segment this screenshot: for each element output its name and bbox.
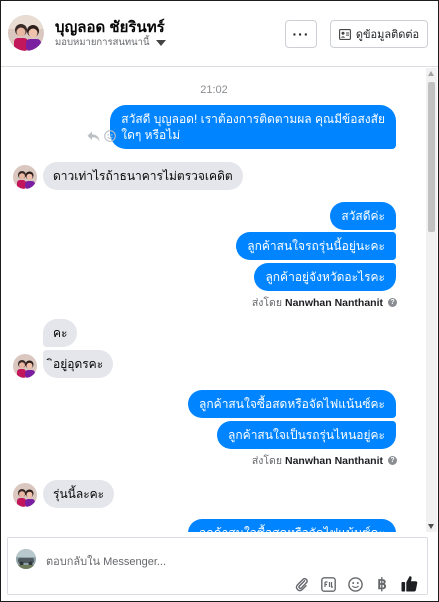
reply-input[interactable]: ตอบกลับใน Messenger...	[46, 552, 166, 570]
sender-name: Nanwhan Nanthanit	[284, 296, 383, 309]
page-avatar	[16, 549, 36, 569]
scroll-thumb[interactable]	[428, 82, 435, 232]
sent-by-note: ส่งโดย Nanwhan Nanthanit ?	[252, 294, 397, 311]
messenger-conversation-window: บุญลอด ชัยรินทร์ มอบหมายการสนทนานี้ ··· …	[0, 0, 439, 602]
scroll-down-arrow-icon[interactable]	[428, 524, 434, 529]
baht-icon[interactable]: ฿	[374, 576, 390, 593]
message-thread[interactable]: 21:02 สวัสดี บุญลอด! เราต้องการติดตามผล …	[1, 68, 427, 532]
message-timestamp: 21:02	[200, 84, 228, 96]
contact-info-label: ดูข้อมูลติดต่อ	[355, 29, 420, 41]
gif-icon[interactable]	[320, 576, 336, 592]
scroll-up-arrow-icon[interactable]	[428, 71, 434, 76]
message-line: ใดๆ หรือไม่	[121, 128, 181, 142]
reply-icon[interactable]	[87, 131, 100, 142]
customer-avatar	[13, 483, 37, 507]
react-icon[interactable]	[104, 130, 116, 142]
incoming-message[interactable]: คะ	[43, 319, 78, 347]
customer-avatar	[13, 354, 37, 378]
outgoing-message[interactable]: ลูกค้าอยู่จังหวัดอะไรคะ	[254, 263, 396, 291]
sent-by-label: ส่งโดย	[251, 455, 282, 467]
outgoing-message[interactable]: ลูกค้าสนใจซื้อสดหรือจัดไฟแน้นซ์คะ	[188, 519, 396, 532]
help-icon[interactable]: ?	[388, 456, 397, 465]
like-icon[interactable]	[400, 574, 418, 592]
options-icon: ···	[292, 26, 310, 42]
outgoing-message[interactable]: สวัสดีค่ะ	[330, 202, 396, 230]
sent-by-note: ส่งโดย Nanwhan Nanthanit ?	[252, 452, 397, 469]
message-scrollbar[interactable]	[426, 68, 437, 532]
outgoing-message[interactable]: สวัสดี บุญลอด! เราต้องการติดตามผล คุณมีข…	[110, 105, 396, 149]
emoji-icon[interactable]	[347, 576, 363, 592]
contact-avatar[interactable]	[8, 15, 44, 51]
incoming-message[interactable]: รุ่นนี้ละคะ	[43, 480, 115, 508]
assign-conversation-dropdown[interactable]: มอบหมายการสนทนานี้	[55, 35, 166, 50]
attach-icon[interactable]	[294, 576, 310, 592]
message-line: สวัสดี บุญลอด! เราต้องการติดตามผล คุณมีข…	[121, 112, 385, 126]
view-contact-info-button[interactable]: ดูข้อมูลติดต่อ	[330, 20, 428, 48]
caret-icon	[155, 39, 166, 46]
outgoing-message[interactable]: ลูกค้าสนใจรถรุ่นนี้อยู่นะคะ	[236, 232, 396, 260]
customer-avatar	[13, 165, 37, 189]
conversation-header: บุญลอด ชัยรินทร์ มอบหมายการสนทนานี้ ··· …	[1, 1, 438, 67]
contact-card-icon	[338, 28, 351, 40]
incoming-message[interactable]: ิอยู่อุดรคะ	[43, 350, 114, 378]
sender-name: Nanwhan Nanthanit	[284, 454, 383, 467]
assign-label: มอบหมายการสนทนานี้	[55, 37, 150, 48]
more-options-button[interactable]: ···	[285, 20, 317, 48]
sent-by-label: ส่งโดย	[251, 297, 282, 309]
message-actions	[87, 130, 116, 142]
outgoing-message[interactable]: ลูกค้าสนใจเป็นรถรุ่นไหนอยู่คะ	[217, 421, 396, 449]
help-icon[interactable]: ?	[388, 298, 397, 307]
outgoing-message[interactable]: ลูกค้าสนใจซื้อสดหรือจัดไฟแน้นซ์คะ	[188, 390, 396, 418]
incoming-message[interactable]: ดาวเท่าไรถ้าธนาคารไม่ตรวจเคดิต	[43, 162, 243, 190]
reply-composer: ตอบกลับใน Messenger... ฿	[7, 537, 428, 595]
